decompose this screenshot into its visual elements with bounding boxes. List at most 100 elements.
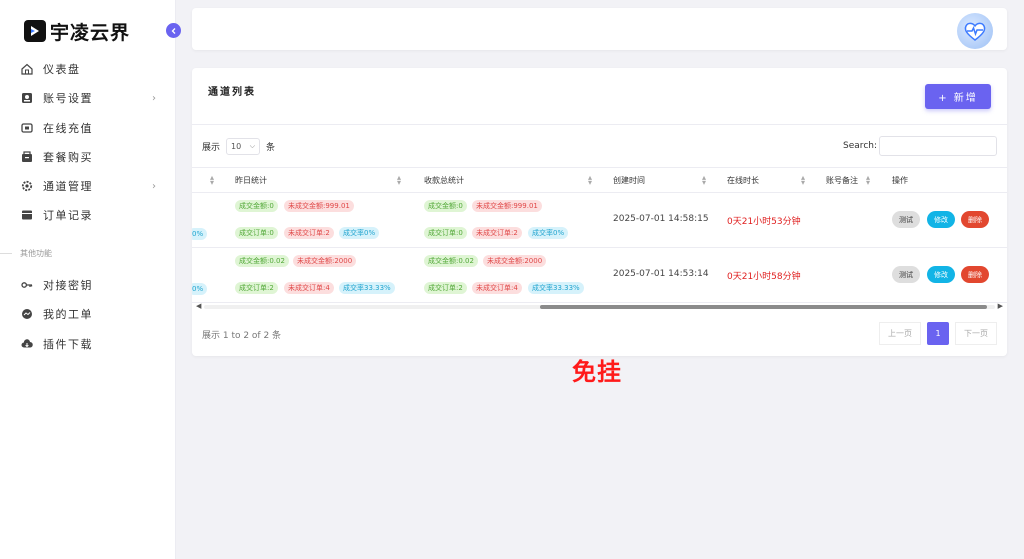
channel-list-card: 通道列表 + 新增 展示 10 ⌵ 条 Search: ▴ ▾ 昨日统计 ▴ ▾ 收… — [192, 68, 1007, 356]
search-control: Search: — [843, 136, 997, 156]
unpaid-orders-badge: 未成交订单:2 — [472, 227, 522, 239]
avatar[interactable] — [957, 13, 993, 49]
sidebar-item-label: 对接密钥 — [43, 279, 93, 292]
overlay-label: 免挂 — [572, 358, 622, 386]
deal-orders-badge: 成交订单:0 — [424, 227, 467, 239]
deal-amount-badge: 成交金额:0 — [235, 200, 278, 212]
brand-name: 宇凌云界 — [50, 21, 131, 44]
sidebar-item-recharge[interactable]: 在线充值 — [20, 117, 160, 139]
scroll-left-icon[interactable]: ◀ — [196, 302, 201, 310]
next-page-button[interactable]: 下一页 — [955, 322, 997, 345]
show-suffix: 条 — [266, 142, 276, 153]
rate-badge: 成交率0% — [339, 227, 380, 239]
sort-icon[interactable]: ▴ ▾ — [801, 174, 805, 187]
deal-orders-badge: 成交订单:2 — [424, 282, 467, 294]
deal-amount-badge: 成交金额:0 — [424, 200, 467, 212]
pagination: 上一页 1 下一页 — [879, 322, 997, 345]
rate-badge: 成交率0% — [528, 227, 569, 239]
scroll-right-icon[interactable]: ▶ — [998, 302, 1003, 310]
unpaid-orders-badge: 未成交订单:4 — [472, 282, 522, 294]
user-card-icon — [20, 91, 34, 105]
column-header-created[interactable]: 创建时间 — [613, 168, 645, 192]
created-time: 2025-07-01 14:58:15 — [613, 214, 709, 224]
unpaid-amount-badge: 未成交金额:2000 — [483, 255, 547, 267]
unpaid-amount-badge: 未成交金额:999.01 — [284, 200, 354, 212]
sort-icon[interactable]: ▴ ▾ — [397, 174, 401, 187]
sidebar-item-dashboard[interactable]: 仪表盘 — [20, 58, 160, 80]
sidebar-item-label: 在线充值 — [43, 122, 93, 135]
online-duration: 0天21小时53分钟 — [727, 217, 801, 227]
sidebar-collapse-button[interactable] — [166, 23, 181, 38]
sidebar-item-label: 插件下载 — [43, 338, 93, 351]
sort-icon[interactable]: ▴ ▾ — [866, 174, 870, 187]
page-title: 通道列表 — [208, 87, 256, 98]
deal-amount-badge: 成交金额:0.02 — [235, 255, 289, 267]
gear-icon — [20, 179, 34, 193]
column-header-actions: 操作 — [892, 175, 908, 185]
sort-icon[interactable]: ▴ ▾ — [210, 174, 214, 187]
delete-button[interactable]: 删除 — [961, 211, 989, 228]
order-icon — [20, 208, 34, 222]
sidebar-item-account-settings[interactable]: 账号设置 › — [20, 87, 160, 109]
test-button[interactable]: 测试 — [892, 266, 920, 283]
column-header-total[interactable]: 收款总统计 — [424, 168, 464, 192]
chevron-down-icon: ⌵ — [249, 141, 256, 150]
sidebar-item-label: 账号设置 — [43, 92, 93, 105]
logo-icon — [24, 20, 46, 42]
column-header-yesterday[interactable]: 昨日统计 — [235, 168, 267, 192]
chevron-right-icon: › — [152, 92, 156, 104]
deal-orders-badge: 成交订单:2 — [235, 282, 278, 294]
page-button-current[interactable]: 1 — [927, 322, 949, 345]
sidebar-item-tickets[interactable]: 我的工单 — [20, 303, 160, 325]
unpaid-amount-badge: 未成交金额:2000 — [293, 255, 357, 267]
horizontal-scrollbar[interactable]: ◀ ▶ — [192, 302, 1007, 312]
unpaid-orders-badge: 未成交订单:2 — [284, 227, 334, 239]
page-size-value: 10 — [231, 141, 242, 151]
add-channel-button[interactable]: + 新增 — [925, 84, 991, 109]
unpaid-orders-badge: 未成交订单:4 — [284, 282, 334, 294]
show-prefix: 展示 — [202, 142, 221, 153]
test-button[interactable]: 测试 — [892, 211, 920, 228]
rate-badge: 0% — [192, 283, 208, 295]
sidebar: 宇凌云界 仪表盘 账号设置 › 在线充值 套餐购买 通道管理 › 订单记录 其他… — [0, 0, 176, 559]
deal-amount-badge: 成交金额:0.02 — [424, 255, 478, 267]
sidebar-item-plugin-download[interactable]: 插件下载 — [20, 333, 160, 355]
column-header-remark[interactable]: 账号备注 — [826, 168, 858, 192]
sidebar-item-orders[interactable]: 订单记录 — [20, 204, 160, 226]
key-icon — [20, 278, 34, 292]
wallet-icon — [20, 121, 34, 135]
edit-button[interactable]: 修改 — [927, 266, 955, 283]
sort-icon[interactable]: ▴ ▾ — [702, 174, 706, 187]
package-icon — [20, 150, 34, 164]
sidebar-item-label: 套餐购买 — [43, 151, 93, 164]
chevron-left-icon — [171, 27, 175, 34]
sidebar-item-package[interactable]: 套餐购买 — [20, 146, 160, 168]
table-info: 展示 1 to 2 of 2 条 — [202, 331, 282, 341]
edit-button[interactable]: 修改 — [927, 211, 955, 228]
sidebar-item-label: 通道管理 — [43, 180, 93, 193]
search-input[interactable] — [879, 136, 997, 156]
heart-pulse-icon — [964, 22, 986, 41]
rate-badge: 成交率33.33% — [528, 282, 584, 294]
sidebar-item-api-key[interactable]: 对接密钥 — [20, 274, 160, 296]
column-header-online[interactable]: 在线时长 — [727, 168, 759, 192]
page-size-control: 展示 10 ⌵ 条 — [202, 137, 275, 155]
rate-badge: 成交率33.33% — [339, 282, 395, 294]
rate-badge: 0% — [192, 228, 208, 240]
sidebar-section-label: 其他功能 — [20, 248, 52, 258]
delete-button[interactable]: 删除 — [961, 266, 989, 283]
top-header — [192, 8, 1007, 50]
table-header: ▴ ▾ 昨日统计 ▴ ▾ 收款总统计 ▴ ▾ 创建时间 ▴ ▾ 在线时长 ▴ ▾ 账号备注… — [192, 167, 1007, 193]
brand-logo[interactable]: 宇凌云界 — [24, 18, 130, 44]
sidebar-item-label: 我的工单 — [43, 308, 93, 321]
unpaid-amount-badge: 未成交金额:999.01 — [472, 200, 542, 212]
created-time: 2025-07-01 14:53:14 — [613, 269, 709, 279]
scroll-thumb[interactable] — [540, 305, 987, 309]
table-row: 0% 成交金额:0.02 未成交金额:2000 成交订单:2 未成交订单:4 成… — [192, 248, 1007, 303]
sidebar-item-channel-management[interactable]: 通道管理 › — [20, 175, 160, 197]
prev-page-button[interactable]: 上一页 — [879, 322, 921, 345]
sort-icon[interactable]: ▴ ▾ — [588, 174, 592, 187]
search-label: Search: — [843, 141, 877, 151]
page-size-select[interactable]: 10 ⌵ — [226, 137, 261, 155]
sidebar-item-label: 订单记录 — [43, 209, 93, 222]
